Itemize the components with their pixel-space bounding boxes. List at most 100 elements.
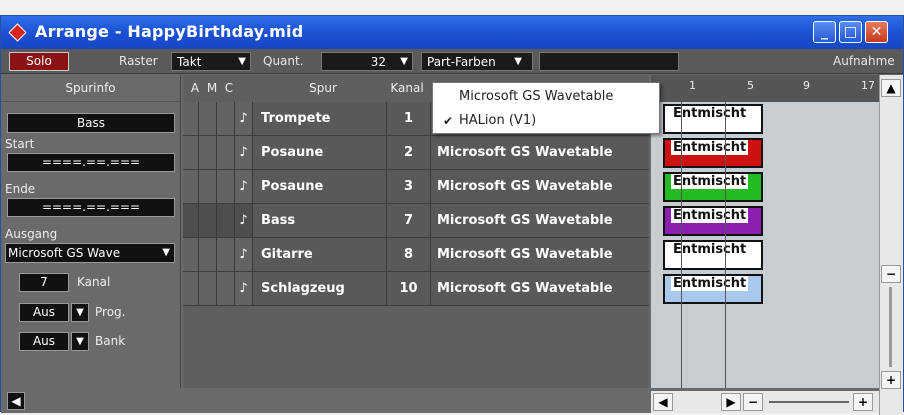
activity-cell[interactable] xyxy=(183,238,199,271)
output-cell[interactable]: Microsoft GS Wavetable xyxy=(431,136,649,169)
track-name-cell[interactable]: Posaune xyxy=(253,136,387,169)
table-row[interactable]: ♪ Posaune 3 Microsoft GS Wavetable xyxy=(183,170,649,204)
scroll-right-icon[interactable]: ▶ xyxy=(721,393,741,411)
output-cell[interactable]: Microsoft GS Wavetable xyxy=(431,238,649,271)
midi-note-icon: ♪ xyxy=(235,170,253,203)
ruler-marker-17: 17 xyxy=(861,79,875,92)
channel-cell[interactable]: 7 xyxy=(387,204,431,237)
output-select[interactable]: Microsoft GS Wave ▼ xyxy=(5,243,175,263)
timeline-ruler[interactable]: 1 5 9 17 xyxy=(651,75,879,102)
arrange-area[interactable]: 1 5 9 17 Entmischt Entmischt Entmischt Entm… xyxy=(651,75,879,388)
table-row[interactable]: ♪ Gitarre 8 Microsoft GS Wavetable xyxy=(183,238,649,272)
part-colors-select[interactable]: Part-Farben ▼ xyxy=(421,52,533,71)
zoom-out-vertical-button[interactable]: − xyxy=(881,265,901,283)
activity-cell[interactable] xyxy=(183,136,199,169)
mute-cell[interactable] xyxy=(199,272,217,305)
horizontal-scrollbar[interactable]: ◀ ▶ − + xyxy=(651,391,879,413)
channel-label: Kanal xyxy=(77,275,111,289)
maximize-button[interactable]: □ xyxy=(839,21,862,43)
channel-cell[interactable]: 2 xyxy=(387,136,431,169)
minimize-button[interactable]: _ xyxy=(813,21,836,43)
table-row[interactable]: ♪ Bass 7 Microsoft GS Wavetable xyxy=(183,204,649,238)
channel-cell[interactable]: 1 xyxy=(387,102,431,135)
class-cell[interactable] xyxy=(217,102,235,135)
midi-part[interactable]: Entmischt xyxy=(663,172,763,202)
midi-part[interactable]: Entmischt xyxy=(663,104,763,134)
mute-cell[interactable] xyxy=(199,136,217,169)
output-cell[interactable]: Microsoft GS Wavetable xyxy=(431,272,649,305)
output-cell[interactable]: Microsoft GS Wavetable xyxy=(431,204,649,237)
track-name-cell[interactable]: Trompete xyxy=(253,102,387,135)
track-name-cell[interactable]: Posaune xyxy=(253,170,387,203)
dropdown-arrow-icon: ▼ xyxy=(514,56,522,67)
output-cell[interactable]: Microsoft GS Wavetable xyxy=(431,170,649,203)
scroll-up-icon[interactable]: ▲ xyxy=(881,79,901,97)
class-cell[interactable] xyxy=(217,272,235,305)
class-cell[interactable] xyxy=(217,204,235,237)
quant-select[interactable]: 32 ▼ xyxy=(321,52,413,71)
part-label: Entmischt xyxy=(671,276,749,291)
mute-cell[interactable] xyxy=(199,170,217,203)
bank-field[interactable]: Aus xyxy=(19,332,69,351)
vertical-zoom-slider[interactable] xyxy=(889,287,892,367)
channel-cell[interactable]: 8 xyxy=(387,238,431,271)
midi-note-icon: ♪ xyxy=(235,102,253,135)
menu-item-halion[interactable]: ✔ HALion (V1) xyxy=(433,109,659,133)
activity-cell[interactable] xyxy=(183,272,199,305)
mute-cell[interactable] xyxy=(199,238,217,271)
midi-part[interactable]: Entmischt xyxy=(663,138,763,168)
start-label: Start xyxy=(5,137,35,151)
title-bar[interactable]: Arrange - HappyBirthday.mid _ □ ✕ xyxy=(1,16,903,49)
col-a-header: A xyxy=(190,81,200,95)
track-name-cell[interactable]: Gitarre xyxy=(253,238,387,271)
class-cell[interactable] xyxy=(217,136,235,169)
col-track-header: Spur xyxy=(309,81,337,95)
class-cell[interactable] xyxy=(217,238,235,271)
col-m-header: M xyxy=(206,81,218,95)
quant-label: Quant. xyxy=(263,54,304,68)
activity-cell[interactable] xyxy=(183,204,199,237)
menu-item-gs-wavetable[interactable]: Microsoft GS Wavetable xyxy=(433,85,659,109)
col-channel-header: Kanal xyxy=(390,81,424,95)
midi-note-icon: ♪ xyxy=(235,272,253,305)
bank-dropdown-icon[interactable]: ▼ xyxy=(71,332,89,351)
zoom-in-horizontal-button[interactable]: + xyxy=(853,393,873,411)
track-name-cell[interactable]: Bass xyxy=(253,204,387,237)
toolbar: Solo Raster Takt ▼ Quant. 32 ▼ Part-Farben… xyxy=(1,49,903,74)
scroll-left-icon[interactable]: ◀ xyxy=(653,393,673,411)
horizontal-zoom-slider[interactable] xyxy=(769,401,849,403)
mute-cell[interactable] xyxy=(199,102,217,135)
inspector-toggle-icon[interactable]: ◀ xyxy=(7,392,25,410)
end-field[interactable]: ====.==.=== xyxy=(7,198,175,217)
channel-field[interactable]: 7 xyxy=(19,273,69,292)
table-row[interactable]: ♪ Posaune 2 Microsoft GS Wavetable xyxy=(183,136,649,170)
start-field[interactable]: ====.==.=== xyxy=(7,153,175,172)
end-label: Ende xyxy=(5,182,36,196)
vertical-scrollbar[interactable]: ▲ − + xyxy=(879,75,903,415)
inspector-title: Spurinfo xyxy=(1,75,180,102)
ruler-marker-5: 5 xyxy=(747,79,754,92)
zoom-in-vertical-button[interactable]: + xyxy=(881,371,901,389)
track-name-field[interactable]: Bass xyxy=(7,113,175,133)
part-label: Entmischt xyxy=(671,208,749,223)
class-cell[interactable] xyxy=(217,170,235,203)
midi-part[interactable]: Entmischt xyxy=(663,240,763,270)
zoom-out-horizontal-button[interactable]: − xyxy=(743,393,763,411)
channel-cell[interactable]: 10 xyxy=(387,272,431,305)
channel-cell[interactable]: 3 xyxy=(387,170,431,203)
prog-field[interactable]: Aus xyxy=(19,303,69,322)
midi-part[interactable]: Entmischt xyxy=(663,274,763,304)
track-name-cell[interactable]: Schlagzeug xyxy=(253,272,387,305)
table-row[interactable]: ♪ Schlagzeug 10 Microsoft GS Wavetable xyxy=(183,272,649,306)
mute-cell[interactable] xyxy=(199,204,217,237)
solo-button[interactable]: Solo xyxy=(9,52,69,71)
close-button[interactable]: ✕ xyxy=(865,21,888,43)
locator-line-left xyxy=(681,102,682,388)
prog-dropdown-icon[interactable]: ▼ xyxy=(71,303,89,322)
part-label: Entmischt xyxy=(671,242,749,257)
raster-select[interactable]: Takt ▼ xyxy=(171,52,251,71)
prog-label: Prog. xyxy=(95,305,126,319)
activity-cell[interactable] xyxy=(183,102,199,135)
midi-part[interactable]: Entmischt xyxy=(663,206,763,236)
activity-cell[interactable] xyxy=(183,170,199,203)
